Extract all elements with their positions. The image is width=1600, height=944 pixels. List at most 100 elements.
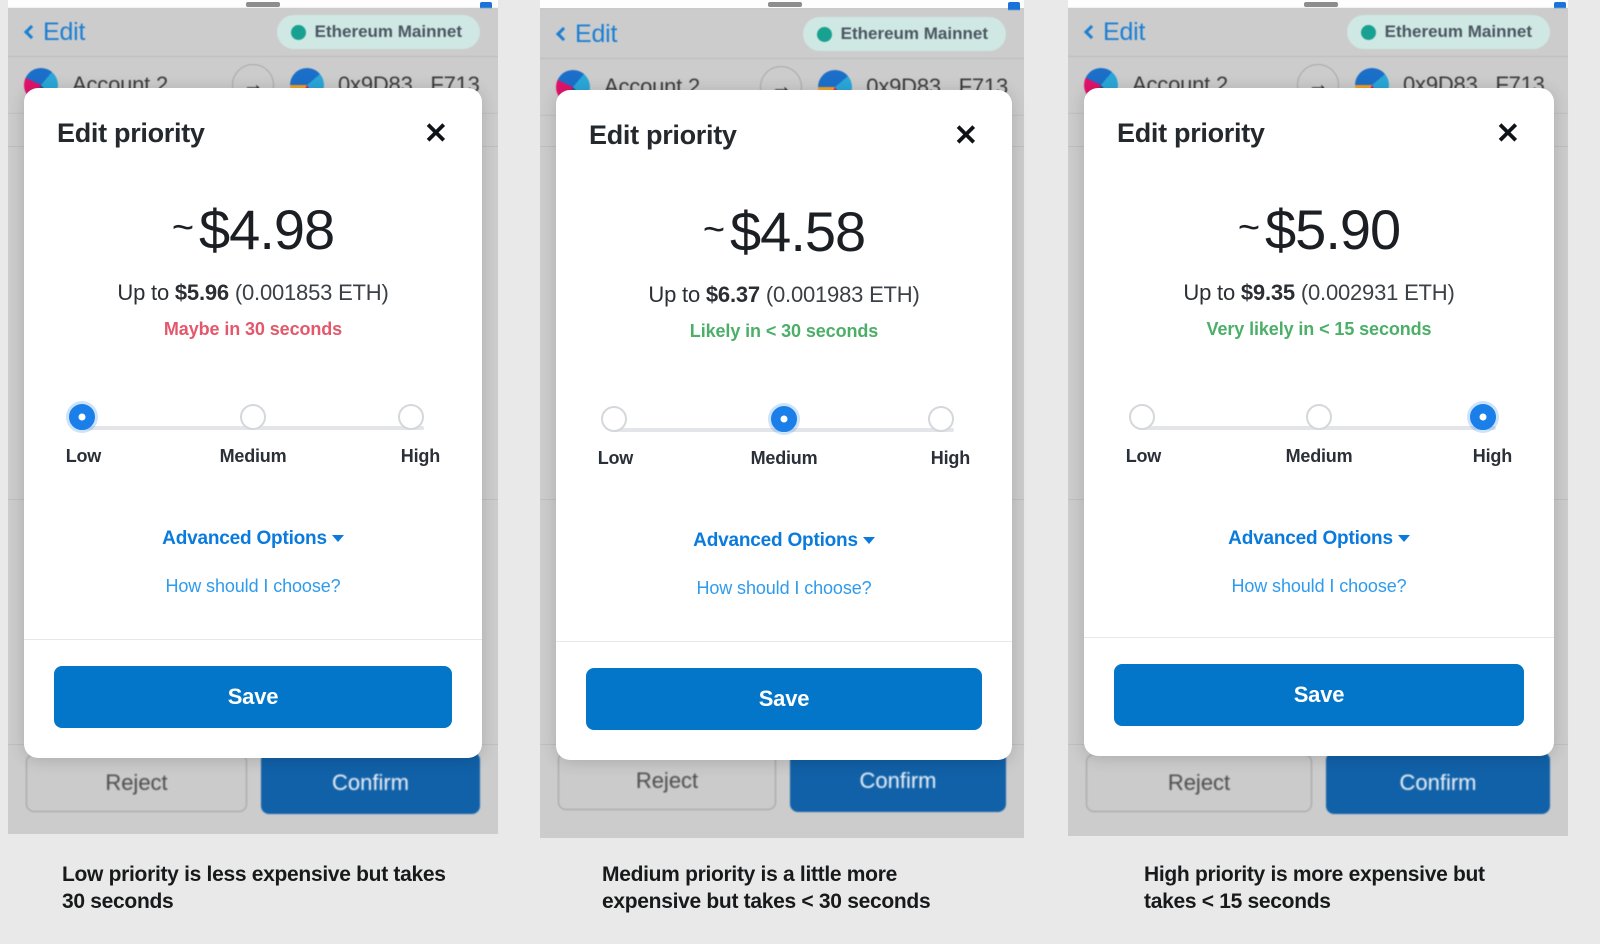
close-icon[interactable]: ✕ bbox=[420, 118, 452, 151]
slider-knob-medium[interactable] bbox=[240, 404, 266, 430]
advanced-options-toggle-low[interactable]: Advanced Options bbox=[54, 528, 452, 550]
upto-fiat: $5.96 bbox=[174, 280, 229, 305]
slider-knob-high[interactable] bbox=[398, 404, 424, 430]
modal-header-high: Edit priority ✕ bbox=[1084, 88, 1554, 151]
reject-button-low[interactable]: Reject bbox=[26, 754, 247, 812]
slider-tick-labels-medium: Low Medium High bbox=[598, 448, 970, 474]
wallet-header-medium: Edit Ethereum Mainnet bbox=[540, 10, 1024, 58]
upto-fiat: $6.37 bbox=[705, 282, 760, 307]
max-fee-low: Up to $5.96 (0.001853 ETH) bbox=[54, 280, 452, 306]
network-status-dot-icon bbox=[816, 26, 832, 42]
network-pill-medium[interactable]: Ethereum Mainnet bbox=[802, 17, 1006, 51]
modal-header-low: Edit priority ✕ bbox=[24, 88, 482, 151]
slider-knob-medium[interactable] bbox=[771, 406, 797, 432]
back-label: Edit bbox=[575, 19, 618, 48]
save-button-medium[interactable]: Save bbox=[586, 668, 982, 730]
tab-nub[interactable] bbox=[1304, 2, 1338, 7]
reject-button-high[interactable]: Reject bbox=[1086, 754, 1312, 812]
estimated-fee-high: ~ $5.90 bbox=[1114, 197, 1524, 262]
wallet-header-high: Edit Ethereum Mainnet bbox=[1068, 8, 1568, 56]
fee-amount: $5.90 bbox=[1265, 198, 1401, 261]
estimated-fee-medium: ~ $4.58 bbox=[586, 199, 982, 264]
caption-medium: Medium priority is a little more expensi… bbox=[602, 863, 931, 913]
modal-title-medium: Edit priority bbox=[589, 120, 737, 150]
approx-symbol: ~ bbox=[702, 209, 725, 251]
priority-slider-high[interactable] bbox=[1129, 402, 1502, 436]
upto-prefix: Up to bbox=[648, 282, 706, 307]
how-should-i-choose-link-low[interactable]: How should I choose? bbox=[54, 576, 452, 597]
chevron-down-icon bbox=[331, 535, 344, 543]
advanced-options-toggle-medium[interactable]: Advanced Options bbox=[586, 530, 982, 552]
modal-title-high: Edit priority bbox=[1117, 118, 1265, 148]
advanced-options-label: Advanced Options bbox=[1228, 528, 1393, 549]
modal-footer-low: Save bbox=[24, 639, 482, 758]
tick-label-high: High bbox=[400, 446, 440, 466]
screenshot-stage: Edit Ethereum Mainnet Account 2 → 0x9D83… bbox=[0, 0, 1600, 944]
confirm-button-low[interactable]: Confirm bbox=[261, 752, 480, 814]
confirm-button-high[interactable]: Confirm bbox=[1326, 752, 1550, 814]
estimated-fee-low: ~ $4.98 bbox=[54, 197, 452, 262]
wallet-header-low: Edit Ethereum Mainnet bbox=[8, 8, 498, 56]
priority-slider-low[interactable] bbox=[69, 402, 430, 436]
modal-header-medium: Edit priority ✕ bbox=[556, 90, 1012, 153]
upto-eth: (0.002931 ETH) bbox=[1294, 280, 1455, 305]
chevron-down-icon bbox=[1397, 535, 1410, 543]
modal-footer-medium: Save bbox=[556, 641, 1012, 760]
fee-amount: $4.98 bbox=[199, 198, 335, 261]
speed-estimate-high: Very likely in < 15 seconds bbox=[1206, 319, 1432, 339]
priority-slider-wrap-low: Low Medium High bbox=[54, 402, 452, 472]
network-pill-low[interactable]: Ethereum Mainnet bbox=[276, 15, 480, 49]
network-status-dot-icon bbox=[290, 24, 306, 40]
tick-label-medium: Medium bbox=[750, 448, 818, 468]
modal-body-high: ~ $5.90 Up to $9.35 (0.002931 ETH) Very l… bbox=[1084, 151, 1554, 637]
caption-low: Low priority is less expensive but takes… bbox=[62, 863, 446, 913]
back-button-low[interactable]: Edit bbox=[23, 17, 86, 47]
close-icon[interactable]: ✕ bbox=[1492, 118, 1524, 151]
back-label: Edit bbox=[43, 17, 86, 46]
network-status-dot-icon bbox=[1360, 24, 1376, 40]
upto-eth: (0.001853 ETH) bbox=[228, 280, 389, 305]
approx-symbol: ~ bbox=[171, 207, 194, 249]
slider-knob-high[interactable] bbox=[928, 406, 954, 432]
back-button-medium[interactable]: Edit bbox=[555, 19, 618, 49]
tick-label-low: Low bbox=[65, 446, 102, 466]
priority-slider-medium[interactable] bbox=[601, 404, 960, 438]
tick-label-high: High bbox=[1472, 446, 1512, 466]
speed-estimate-medium: Likely in < 30 seconds bbox=[689, 321, 879, 341]
save-button-high[interactable]: Save bbox=[1114, 664, 1524, 726]
network-pill-high[interactable]: Ethereum Mainnet bbox=[1346, 15, 1550, 49]
slider-knob-high[interactable] bbox=[1470, 404, 1496, 430]
slider-knob-low[interactable] bbox=[1129, 404, 1155, 430]
chevron-left-icon bbox=[1083, 24, 1099, 39]
edit-priority-modal-medium: Edit priority ✕ ~ $4.58 Up to $6.37 (0.00… bbox=[556, 90, 1012, 760]
close-icon[interactable]: ✕ bbox=[950, 120, 982, 153]
how-should-i-choose-link-medium[interactable]: How should I choose? bbox=[586, 578, 982, 599]
modal-footer-high: Save bbox=[1084, 637, 1554, 756]
save-button-low[interactable]: Save bbox=[54, 666, 452, 728]
slider-knob-medium[interactable] bbox=[1306, 404, 1332, 430]
advanced-options-label: Advanced Options bbox=[693, 530, 858, 551]
slider-knob-low[interactable] bbox=[69, 404, 95, 430]
chevron-left-icon bbox=[23, 24, 39, 39]
priority-slider-wrap-medium: Low Medium High bbox=[586, 404, 982, 474]
approx-symbol: ~ bbox=[1237, 207, 1260, 249]
tab-nub[interactable] bbox=[246, 2, 280, 7]
back-button-high[interactable]: Edit bbox=[1083, 17, 1146, 47]
modal-body-medium: ~ $4.58 Up to $6.37 (0.001983 ETH) Likely… bbox=[556, 153, 1012, 641]
back-label: Edit bbox=[1103, 17, 1146, 46]
slider-knob-low[interactable] bbox=[601, 406, 627, 432]
upto-eth: (0.001983 ETH) bbox=[759, 282, 920, 307]
network-label: Ethereum Mainnet bbox=[314, 22, 462, 41]
modal-body-low: ~ $4.98 Up to $5.96 (0.001853 ETH) Maybe … bbox=[24, 151, 482, 639]
speed-estimate-low: Maybe in 30 seconds bbox=[163, 319, 343, 339]
upto-prefix: Up to bbox=[1183, 280, 1241, 305]
edit-priority-modal-high: Edit priority ✕ ~ $5.90 Up to $9.35 (0.00… bbox=[1084, 88, 1554, 756]
advanced-options-toggle-high[interactable]: Advanced Options bbox=[1114, 528, 1524, 550]
browser-topbar bbox=[540, 0, 1024, 14]
max-fee-medium: Up to $6.37 (0.001983 ETH) bbox=[586, 282, 982, 308]
slider-tick-labels-high: Low Medium High bbox=[1126, 446, 1512, 472]
reject-button-medium[interactable]: Reject bbox=[558, 752, 776, 810]
modal-title-low: Edit priority bbox=[57, 118, 205, 148]
tab-nub[interactable] bbox=[768, 2, 802, 7]
how-should-i-choose-link-high[interactable]: How should I choose? bbox=[1114, 576, 1524, 597]
